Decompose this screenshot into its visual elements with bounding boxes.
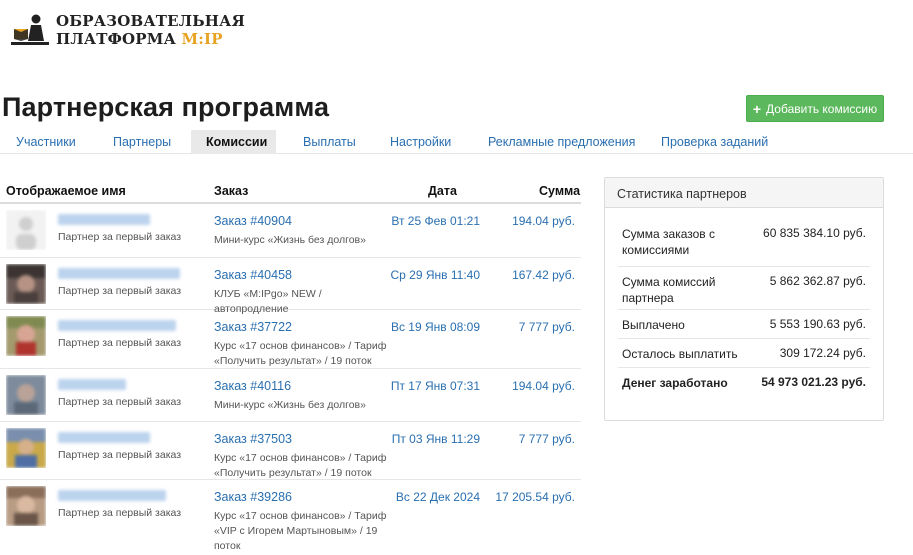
table-row: Партнер за первый заказ Заказ #40458 КЛУ… (0, 258, 581, 315)
order-link[interactable]: Заказ #37722 (214, 320, 292, 334)
stat-value: 309 172.24 руб. (779, 346, 866, 360)
column-header-sum[interactable]: Сумма (539, 184, 580, 198)
stat-label: Сумма комиссий партнера (622, 275, 716, 305)
order-link[interactable]: Заказ #40116 (214, 379, 291, 393)
stats-title: Статистика партнеров (605, 178, 883, 208)
order-date[interactable]: Пт 17 Янв 07:31 (391, 379, 480, 393)
order-description: Курс «17 основ финансов» / Тариф «Получи… (214, 452, 387, 479)
order-sum[interactable]: 167.42 руб. (512, 268, 575, 282)
plus-icon: + (752, 100, 762, 117)
tab-participants[interactable]: Участники (1, 130, 91, 154)
avatar (6, 375, 46, 415)
avatar (6, 428, 46, 468)
column-header-order[interactable]: Заказ (214, 184, 248, 198)
partner-type: Партнер за первый заказ (58, 396, 182, 408)
partner-type: Партнер за первый заказ (58, 231, 182, 243)
stat-label: Выплачено (622, 318, 685, 332)
tab-partners[interactable]: Партнеры (98, 130, 186, 154)
avatar (6, 486, 46, 526)
stat-label: Денег заработано (622, 376, 728, 390)
partner-name-redacted[interactable] (58, 320, 176, 331)
order-link[interactable]: Заказ #40904 (214, 214, 292, 228)
table-row: Партнер за первый заказ Заказ #40904 Мин… (0, 204, 581, 258)
table-row: Партнер за первый заказ Заказ #37503 Кур… (0, 422, 581, 480)
stat-value: 60 835 384.10 руб. (763, 226, 866, 240)
order-link[interactable]: Заказ #39286 (214, 490, 292, 504)
page-title: Партнерская программа (2, 92, 330, 122)
order-description: Мини-курс «Жизнь без долгов» (214, 234, 366, 246)
partner-name-redacted[interactable] (58, 432, 150, 443)
stat-remaining: Осталось выплатить 309 172.24 руб. (618, 339, 870, 368)
brand-line-2-text: ПЛАТФОРМА (56, 30, 177, 48)
stat-value: 54 973 021.23 руб. (761, 375, 866, 389)
order-description: Курс «17 основ финансов» / Тариф «Получи… (214, 340, 387, 367)
order-description: Мини-курс «Жизнь без долгов» (214, 399, 366, 411)
order-date[interactable]: Вт 25 Фев 01:21 (391, 214, 480, 228)
order-date[interactable]: Пт 03 Янв 11:29 (392, 432, 480, 446)
stat-value: 5 862 362.87 руб. (769, 274, 866, 288)
stat-partner-commissions: Сумма комиссий партнера 5 862 362.87 руб… (618, 267, 870, 310)
tab-payouts[interactable]: Выплаты (288, 130, 371, 154)
tab-commissions[interactable]: Комиссии (191, 130, 276, 154)
order-sum[interactable]: 7 777 руб. (519, 432, 575, 446)
avatar (6, 316, 46, 356)
stat-paid: Выплачено 5 553 190.63 руб. (618, 310, 870, 339)
order-sum[interactable]: 17 205.54 руб. (495, 490, 575, 504)
table-row: Партнер за первый заказ Заказ #39286 Кур… (0, 480, 581, 552)
partner-name-redacted[interactable] (58, 490, 166, 501)
commissions-table: Отображаемое имя Заказ Дата Сумма Партне… (0, 178, 581, 552)
order-sum[interactable]: 194.04 руб. (512, 379, 575, 393)
brand-line-1: ОБРАЗОВАТЕЛЬНАЯ (56, 12, 246, 30)
partner-stats-panel: Статистика партнеров Сумма заказов с ком… (604, 177, 884, 421)
tab-settings[interactable]: Настройки (375, 130, 466, 154)
partner-name-redacted[interactable] (58, 214, 150, 225)
person-reading-logo-icon (11, 14, 49, 45)
order-sum[interactable]: 7 777 руб. (519, 320, 575, 334)
table-header: Отображаемое имя Заказ Дата Сумма (0, 178, 581, 204)
brand-logo[interactable]: ОБРАЗОВАТЕЛЬНАЯ ПЛАТФОРМА M:IP (10, 12, 245, 48)
order-link[interactable]: Заказ #40458 (214, 268, 292, 282)
order-link[interactable]: Заказ #37503 (214, 432, 292, 446)
stat-label: Сумма заказов с комиссиями (622, 227, 716, 257)
order-date[interactable]: Вс 22 Дек 2024 (396, 490, 480, 504)
table-row: Партнер за первый заказ Заказ #37722 Кур… (0, 310, 581, 369)
partner-type: Партнер за первый заказ (58, 285, 182, 297)
stat-orders-total: Сумма заказов с комиссиями 60 835 384.10… (618, 217, 870, 267)
partner-name-redacted[interactable] (58, 379, 126, 390)
order-description: Курс «17 основ финансов» / Тариф «VIP с … (214, 510, 387, 552)
brand-accent: M:IP (181, 30, 223, 48)
brand-wordmark: ОБРАЗОВАТЕЛЬНАЯ ПЛАТФОРМА M:IP (56, 12, 245, 48)
add-commission-button[interactable]: + Добавить комиссию (746, 95, 884, 122)
tab-bar: Участники Партнеры Комиссии Выплаты Наст… (0, 130, 913, 154)
stats-body: Сумма заказов с комиссиями 60 835 384.10… (605, 208, 883, 397)
order-date[interactable]: Ср 29 Янв 11:40 (391, 268, 481, 282)
stat-value: 5 553 190.63 руб. (769, 317, 866, 331)
partner-type: Партнер за первый заказ (58, 337, 182, 349)
partner-type: Партнер за первый заказ (58, 449, 182, 461)
table-row: Партнер за первый заказ Заказ #40116 Мин… (0, 369, 581, 422)
partner-name-redacted[interactable] (58, 268, 180, 279)
column-header-name[interactable]: Отображаемое имя (6, 184, 126, 198)
stat-label: Осталось выплатить (622, 347, 738, 361)
stat-earned: Денег заработано 54 973 021.23 руб. (618, 368, 870, 397)
avatar (6, 264, 46, 304)
brand-line-2: ПЛАТФОРМА M:IP (56, 30, 245, 48)
tab-ad-offers[interactable]: Рекламные предложения (473, 130, 650, 154)
tab-task-review[interactable]: Проверка заданий (646, 130, 783, 154)
column-header-date[interactable]: Дата (428, 184, 457, 198)
order-date[interactable]: Вс 19 Янв 08:09 (391, 320, 480, 334)
order-sum[interactable]: 194.04 руб. (512, 214, 575, 228)
add-commission-label: Добавить комиссию (766, 101, 878, 116)
avatar (6, 210, 46, 250)
partner-type: Партнер за первый заказ (58, 507, 182, 519)
